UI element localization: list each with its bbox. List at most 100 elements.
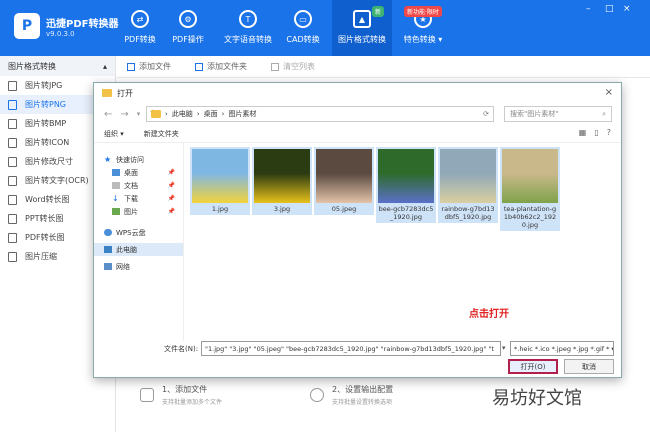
file-icon — [8, 99, 17, 110]
help-icon[interactable]: ? — [607, 128, 611, 137]
sidebar-header[interactable]: 图片格式转换 ▴ — [0, 56, 115, 76]
sidebar-item-label: 图片转BMP — [25, 119, 67, 128]
add-folder-icon — [195, 62, 203, 71]
file-item[interactable]: rainbow-g7bd13dbf5_1920.jpg — [438, 147, 498, 223]
gear-icon — [310, 388, 324, 402]
open-button[interactable]: 打开(O) — [508, 359, 558, 374]
tree-item-this-pc[interactable]: 此电脑 — [94, 243, 183, 256]
step-desc: 支持批量添加多个文件 — [162, 399, 223, 406]
minimize-button[interactable]: – — [586, 4, 591, 14]
file-icon — [8, 80, 17, 91]
tree-item-documents[interactable]: 文档 📌 — [94, 179, 183, 192]
nav-text-speech[interactable]: T 文字语音转换 — [218, 0, 278, 56]
sidebar-item-label: 图片转文字(OCR) — [25, 176, 89, 185]
file-item[interactable]: tea-plantation-g1b40b62c2_1920.jpg — [500, 147, 560, 231]
tree-label: 文档 — [124, 181, 138, 190]
clear-list-label: 清空列表 — [283, 62, 315, 71]
pin-icon: 📌 — [167, 208, 175, 215]
convert-icon: ⇄ — [131, 10, 149, 28]
refresh-icon[interactable]: ⟳ — [483, 110, 489, 118]
forward-arrow-icon[interactable]: → — [120, 109, 128, 120]
dialog-close-button[interactable]: × — [605, 87, 613, 98]
network-icon — [104, 263, 112, 270]
sidebar-item-label: 图片转PNG — [25, 100, 67, 109]
filename-input[interactable]: "1.jpg" "3.jpg" "05.jpeg" "bee-gcb7283dc… — [201, 341, 501, 356]
file-icon — [8, 213, 17, 224]
file-name: 1.jpg — [211, 205, 229, 213]
file-item[interactable]: 1.jpg — [190, 147, 250, 215]
document-icon — [112, 182, 120, 189]
chevron-right-icon: › — [196, 110, 200, 118]
file-name: 05.jpeg — [331, 205, 357, 213]
file-type-value: *.heic *.ico *.jpeg *.jpg *.gif * — [514, 345, 610, 353]
search-input[interactable]: 搜索"图片素材" ⌕ — [504, 106, 612, 122]
nav-label: CAD转换 — [286, 35, 320, 44]
view-mode-icon[interactable]: ▦ — [579, 128, 587, 137]
pin-icon: 📌 — [167, 169, 175, 176]
back-arrow-icon[interactable]: ← — [104, 109, 112, 120]
thumbnail — [192, 149, 248, 203]
navigation-tree: ★ 快速访问 桌面 📌 文档 📌 ↓ 下载 📌 图片 📌 WPS云盘 此电脑 网络 — [94, 143, 184, 341]
app-header: P 迅捷PDF转换器 v9.0.3.0 ⇄ PDF转换 ⚙ PDF操作 T 文字… — [0, 0, 650, 56]
tree-item-wps-cloud[interactable]: WPS云盘 — [94, 226, 183, 239]
tree-item-quick-access[interactable]: ★ 快速访问 — [94, 153, 183, 166]
file-type-select[interactable]: *.heic *.ico *.jpeg *.jpg *.gif * ▾ — [510, 341, 614, 356]
step-settings: 2、设置输出配置 支持批量设置转换选项 — [310, 384, 480, 422]
dialog-title: 打开 — [117, 88, 133, 98]
close-button[interactable]: × — [623, 4, 631, 14]
organize-button[interactable]: 组织 ▾ — [104, 129, 124, 139]
file-name: 3.jpg — [273, 205, 291, 213]
view-controls: ▦ ▯ ? — [579, 128, 611, 137]
nav-pdf-operation[interactable]: ⚙ PDF操作 — [160, 0, 216, 56]
add-file-label: 添加文件 — [139, 62, 171, 71]
sidebar-item-label: 图片修改尺寸 — [25, 157, 73, 166]
add-file-icon — [127, 62, 135, 71]
preview-pane-icon[interactable]: ▯ — [594, 128, 598, 137]
clear-list-button[interactable]: 清空列表 — [271, 61, 315, 72]
trash-icon — [271, 62, 279, 71]
chevron-down-icon[interactable]: ▾ — [502, 344, 506, 352]
app-icon — [102, 89, 112, 97]
tree-item-network[interactable]: 网络 — [94, 260, 183, 273]
tree-item-desktop[interactable]: 桌面 📌 — [94, 166, 183, 179]
sidebar-title: 图片格式转换 — [8, 61, 56, 71]
sidebar-item-label: 图片压缩 — [25, 252, 57, 261]
tree-item-pictures[interactable]: 图片 📌 — [94, 205, 183, 218]
file-name: tea-plantation-g1b40b62c2_1920.jpg — [503, 205, 557, 229]
step-title: 1、添加文件 — [162, 385, 208, 394]
address-bar[interactable]: › 此电脑 › 桌面 › 图片素材 ⟳ — [146, 106, 494, 122]
file-item[interactable]: 05.jpeg — [314, 147, 374, 215]
folder-icon — [151, 110, 161, 118]
cancel-button[interactable]: 取消 — [564, 359, 614, 374]
download-icon: ↓ — [112, 194, 119, 203]
step-desc: 支持批量设置转换选项 — [332, 399, 393, 406]
add-file-button[interactable]: 添加文件 — [127, 61, 171, 72]
picture-icon — [112, 208, 120, 215]
file-icon — [8, 137, 17, 148]
file-item[interactable]: 3.jpg — [252, 147, 312, 215]
nav-cad-convert[interactable]: ▭ CAD转换 — [275, 0, 331, 56]
pin-icon: 📌 — [167, 195, 175, 202]
new-folder-button[interactable]: 新建文件夹 — [144, 129, 179, 139]
document-icon — [140, 388, 154, 402]
breadcrumb-item[interactable]: 桌面 — [204, 109, 218, 119]
breadcrumb-item[interactable]: 此电脑 — [172, 109, 193, 119]
file-item[interactable]: bee-gcb7283dc5_1920.jpg — [376, 147, 436, 223]
cad-icon: ▭ — [294, 10, 312, 28]
breadcrumb-item[interactable]: 图片素材 — [228, 109, 256, 119]
settings-icon: ⚙ — [179, 10, 197, 28]
click-open-annotation: 点击打开 — [469, 309, 509, 320]
tree-label: 下载 — [124, 194, 138, 203]
step-add-file: 1、添加文件 支持批量添加多个文件 — [140, 384, 310, 422]
tree-label: 网络 — [116, 262, 130, 271]
maximize-button[interactable]: □ — [605, 4, 614, 14]
add-folder-button[interactable]: 添加文件夹 — [195, 61, 247, 72]
tree-item-downloads[interactable]: ↓ 下载 📌 — [94, 192, 183, 205]
app-version: v9.0.3.0 — [46, 30, 75, 38]
dialog-titlebar: 打开 — [94, 83, 621, 103]
dialog-toolbar: 组织 ▾ 新建文件夹 ▦ ▯ ? — [94, 125, 621, 143]
image-icon: ▲ — [353, 10, 371, 28]
app-name: 迅捷PDF转换器 — [46, 19, 119, 30]
thumbnail — [440, 149, 496, 203]
chevron-down-icon[interactable]: ▾ — [137, 110, 141, 118]
